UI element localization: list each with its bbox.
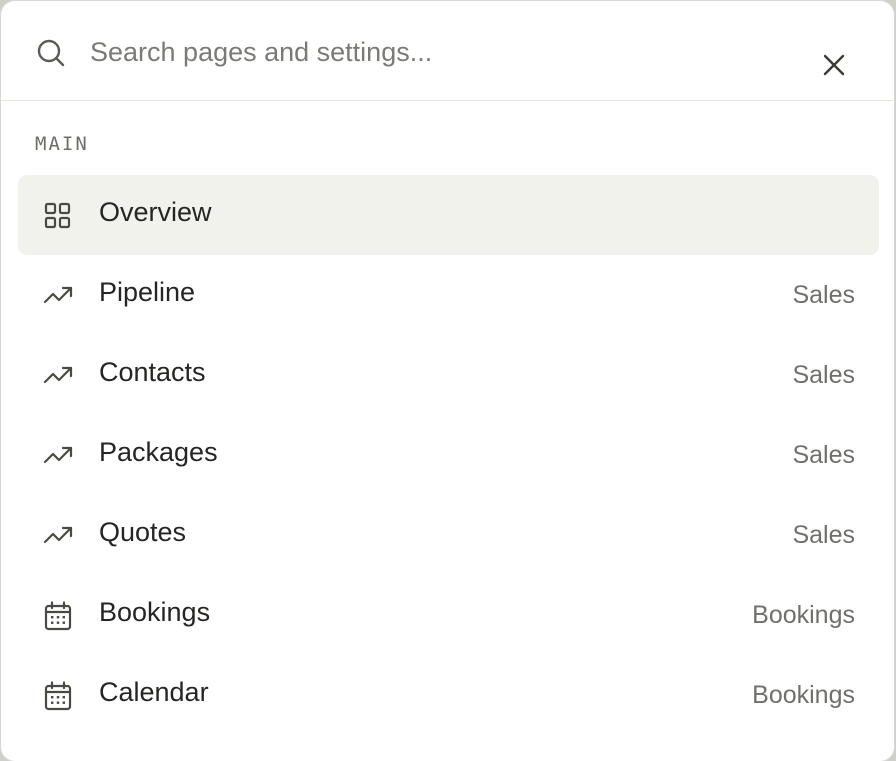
nav-item-category: Sales [792, 361, 855, 389]
nav-item-category: Sales [792, 521, 855, 549]
nav-item-label: Bookings [99, 597, 211, 627]
nav-item-category: Bookings [752, 601, 855, 629]
trending-up-icon [43, 446, 73, 464]
command-palette: MAIN Overview Pipeline Sales [1, 1, 894, 761]
nav-item-label: Overview [99, 197, 212, 227]
calendar-icon [44, 601, 72, 631]
close-button[interactable] [816, 47, 852, 83]
nav-item-calendar[interactable]: Calendar Bookings [18, 655, 879, 735]
trending-up-icon [43, 526, 73, 544]
trending-up-icon [43, 366, 73, 384]
search-input[interactable] [90, 31, 770, 73]
nav-item-overview[interactable]: Overview [18, 175, 879, 255]
trending-up-icon [43, 286, 73, 304]
nav-item-label: Calendar [99, 677, 209, 707]
nav-item-packages[interactable]: Packages Sales [18, 415, 879, 495]
search-bar [1, 1, 894, 101]
item-list: Overview Pipeline Sales Contacts Sales P… [18, 175, 879, 735]
nav-item-pipeline[interactable]: Pipeline Sales [18, 255, 879, 335]
calendar-icon [44, 681, 72, 711]
nav-item-label: Packages [99, 437, 218, 467]
nav-item-contacts[interactable]: Contacts Sales [18, 335, 879, 415]
nav-item-label: Quotes [99, 517, 187, 547]
search-icon [37, 39, 65, 67]
grid-icon [44, 202, 71, 229]
nav-item-label: Pipeline [99, 277, 196, 307]
nav-item-bookings[interactable]: Bookings Bookings [18, 575, 879, 655]
nav-item-category: Sales [792, 441, 855, 469]
nav-item-category: Bookings [752, 681, 855, 709]
nav-item-label: Contacts [99, 357, 206, 387]
section-label: MAIN [35, 133, 89, 155]
close-icon [823, 54, 845, 76]
nav-item-quotes[interactable]: Quotes Sales [18, 495, 879, 575]
nav-item-category: Sales [792, 281, 855, 309]
